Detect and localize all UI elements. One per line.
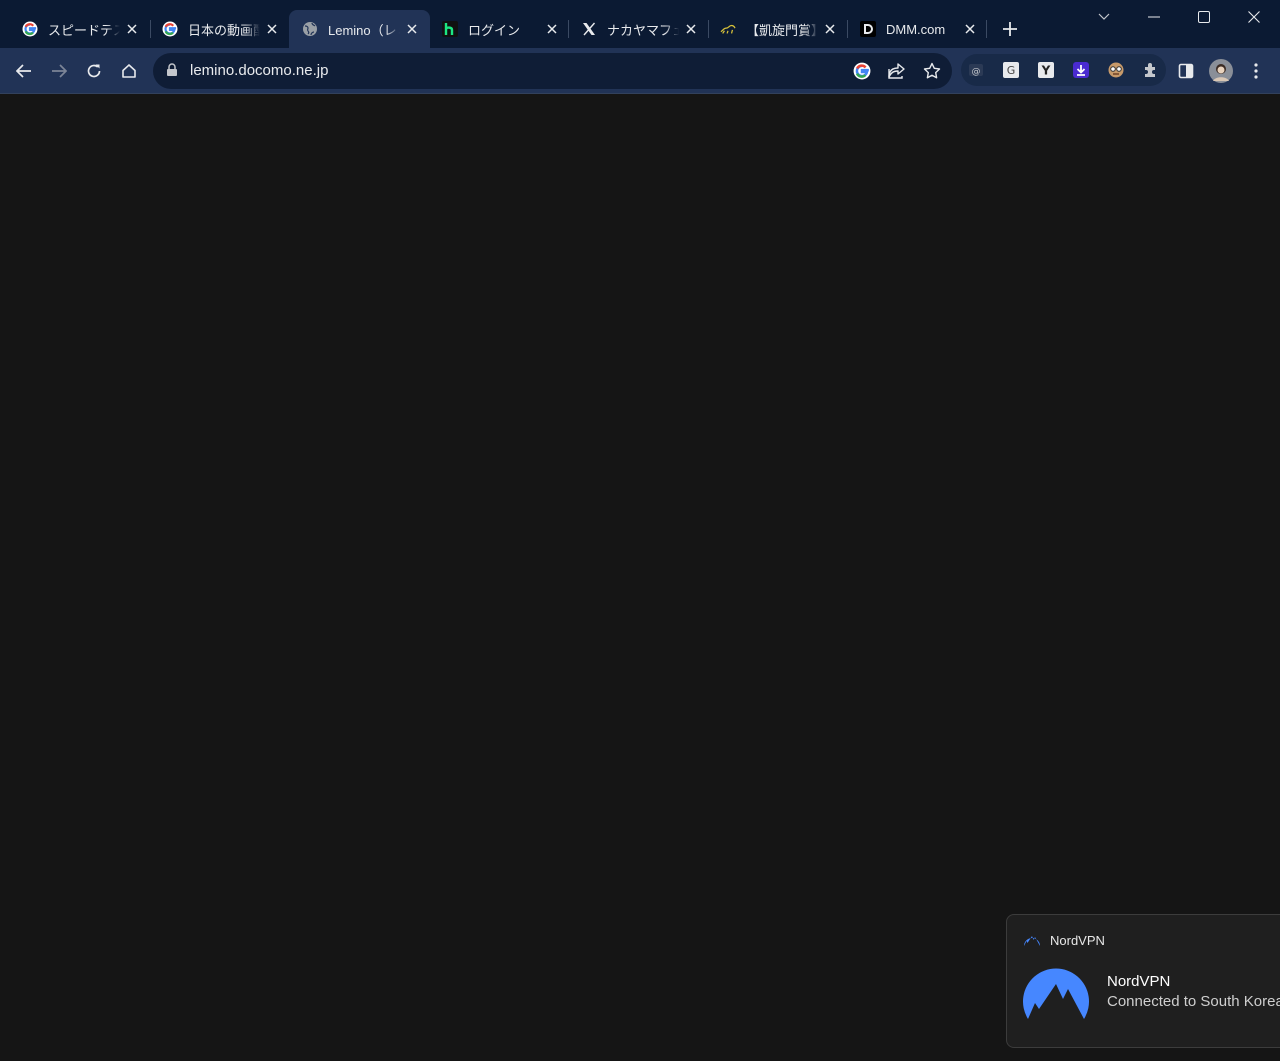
home-icon — [122, 64, 136, 78]
tab-hulu-login[interactable]: ログイン — [420, 10, 570, 48]
close-icon — [1248, 11, 1260, 23]
google-translate-extension-icon[interactable]: G — [1001, 60, 1021, 80]
x-icon — [581, 21, 597, 37]
svg-text:G: G — [1007, 64, 1016, 77]
menu-button[interactable] — [1241, 56, 1271, 86]
close-window-button[interactable] — [1234, 4, 1274, 30]
tab-lemino[interactable]: Lemino（レミノ） — [289, 10, 430, 48]
tab-separator — [986, 20, 987, 38]
tab-title: ログイン — [468, 22, 521, 38]
side-panel-icon — [1178, 63, 1194, 79]
maximize-button[interactable] — [1184, 4, 1224, 30]
lock-icon[interactable] — [166, 63, 178, 82]
svg-text:@: @ — [972, 67, 981, 77]
nordvpn-small-icon — [1023, 931, 1041, 952]
tab-strip: スピードテスト 日本の動画配信 Lemino（レミノ） ログイン ナカヤマフェス… — [0, 0, 1280, 48]
notification-body: Connected to South Korea — [1107, 993, 1280, 1010]
browser-toolbar: lemino.docomo.ne.jp @ G Y — [0, 48, 1280, 93]
tab-title: Lemino（レミノ） — [328, 22, 400, 38]
tab-title: DMM.com — [886, 21, 946, 37]
more-vertical-icon — [1254, 63, 1258, 79]
close-tab-icon[interactable] — [962, 21, 978, 37]
maximize-icon — [1198, 11, 1210, 23]
avatar-icon — [1209, 59, 1233, 83]
horse-racing-icon — [720, 21, 736, 37]
tab-title: ナカヤマフェスタ — [607, 22, 679, 38]
hulu-h-icon — [442, 21, 458, 37]
nordvpn-logo-icon — [1023, 965, 1089, 1026]
puzzle-extensions-icon[interactable] — [1141, 60, 1161, 80]
tab-x-nakayama[interactable]: ナカヤマフェスタ — [559, 10, 709, 48]
mail-extension-icon[interactable]: @ — [966, 60, 986, 80]
close-tab-icon[interactable] — [404, 21, 420, 37]
home-button[interactable] — [114, 56, 144, 86]
reload-button[interactable] — [79, 56, 109, 86]
face-extension-icon[interactable] — [1106, 60, 1126, 80]
arrow-right-icon — [52, 64, 67, 78]
tab-title: スピードテスト — [48, 22, 120, 38]
new-tab-button[interactable] — [998, 17, 1022, 41]
download-extension-icon[interactable] — [1071, 60, 1091, 80]
tab-title: 日本の動画配信 — [188, 22, 260, 38]
google-icon — [162, 21, 178, 37]
tab-speedtest[interactable]: スピードテスト — [0, 10, 150, 48]
arrow-left-icon — [16, 64, 31, 78]
tab-japan-video[interactable]: 日本の動画配信 — [140, 10, 290, 48]
chevron-down-icon — [1098, 13, 1110, 20]
globe-icon — [302, 21, 318, 37]
address-bar[interactable]: lemino.docomo.ne.jp — [153, 53, 952, 89]
close-tab-icon[interactable] — [822, 21, 838, 37]
forward-button[interactable] — [44, 56, 74, 86]
close-tab-icon[interactable] — [683, 21, 699, 37]
plus-icon — [1003, 22, 1017, 36]
notification-app-name: NordVPN — [1050, 933, 1105, 948]
minimize-icon — [1148, 16, 1160, 18]
extensions-area: @ G Y — [961, 54, 1166, 86]
back-button[interactable] — [9, 56, 39, 86]
tab-search-button[interactable] — [1084, 4, 1124, 30]
tab-title: 【凱旋門賞】 — [746, 22, 818, 38]
side-panel-button[interactable] — [1171, 56, 1201, 86]
svg-text:Y: Y — [1041, 64, 1051, 78]
close-tab-icon[interactable] — [544, 21, 560, 37]
yahoo-extension-icon[interactable]: Y — [1036, 60, 1056, 80]
close-tab-icon[interactable] — [264, 21, 280, 37]
tab-arc-triomphe[interactable]: 【凱旋門賞】 — [698, 10, 848, 48]
url-text[interactable]: lemino.docomo.ne.jp — [190, 62, 328, 79]
profile-avatar[interactable] — [1206, 56, 1236, 86]
google-icon — [22, 21, 38, 37]
bookmark-star-icon[interactable] — [922, 61, 942, 81]
share-icon[interactable] — [887, 61, 907, 81]
minimize-button[interactable] — [1134, 4, 1174, 30]
dmm-icon — [860, 21, 876, 37]
close-tab-icon[interactable] — [124, 21, 140, 37]
reload-icon — [87, 64, 101, 78]
nordvpn-notification[interactable]: NordVPN NordVPN Connected to South Korea — [1006, 914, 1280, 1048]
notification-title: NordVPN — [1107, 973, 1171, 990]
tab-dmm[interactable]: DMM.com — [838, 10, 988, 48]
google-lens-icon[interactable] — [852, 61, 872, 81]
